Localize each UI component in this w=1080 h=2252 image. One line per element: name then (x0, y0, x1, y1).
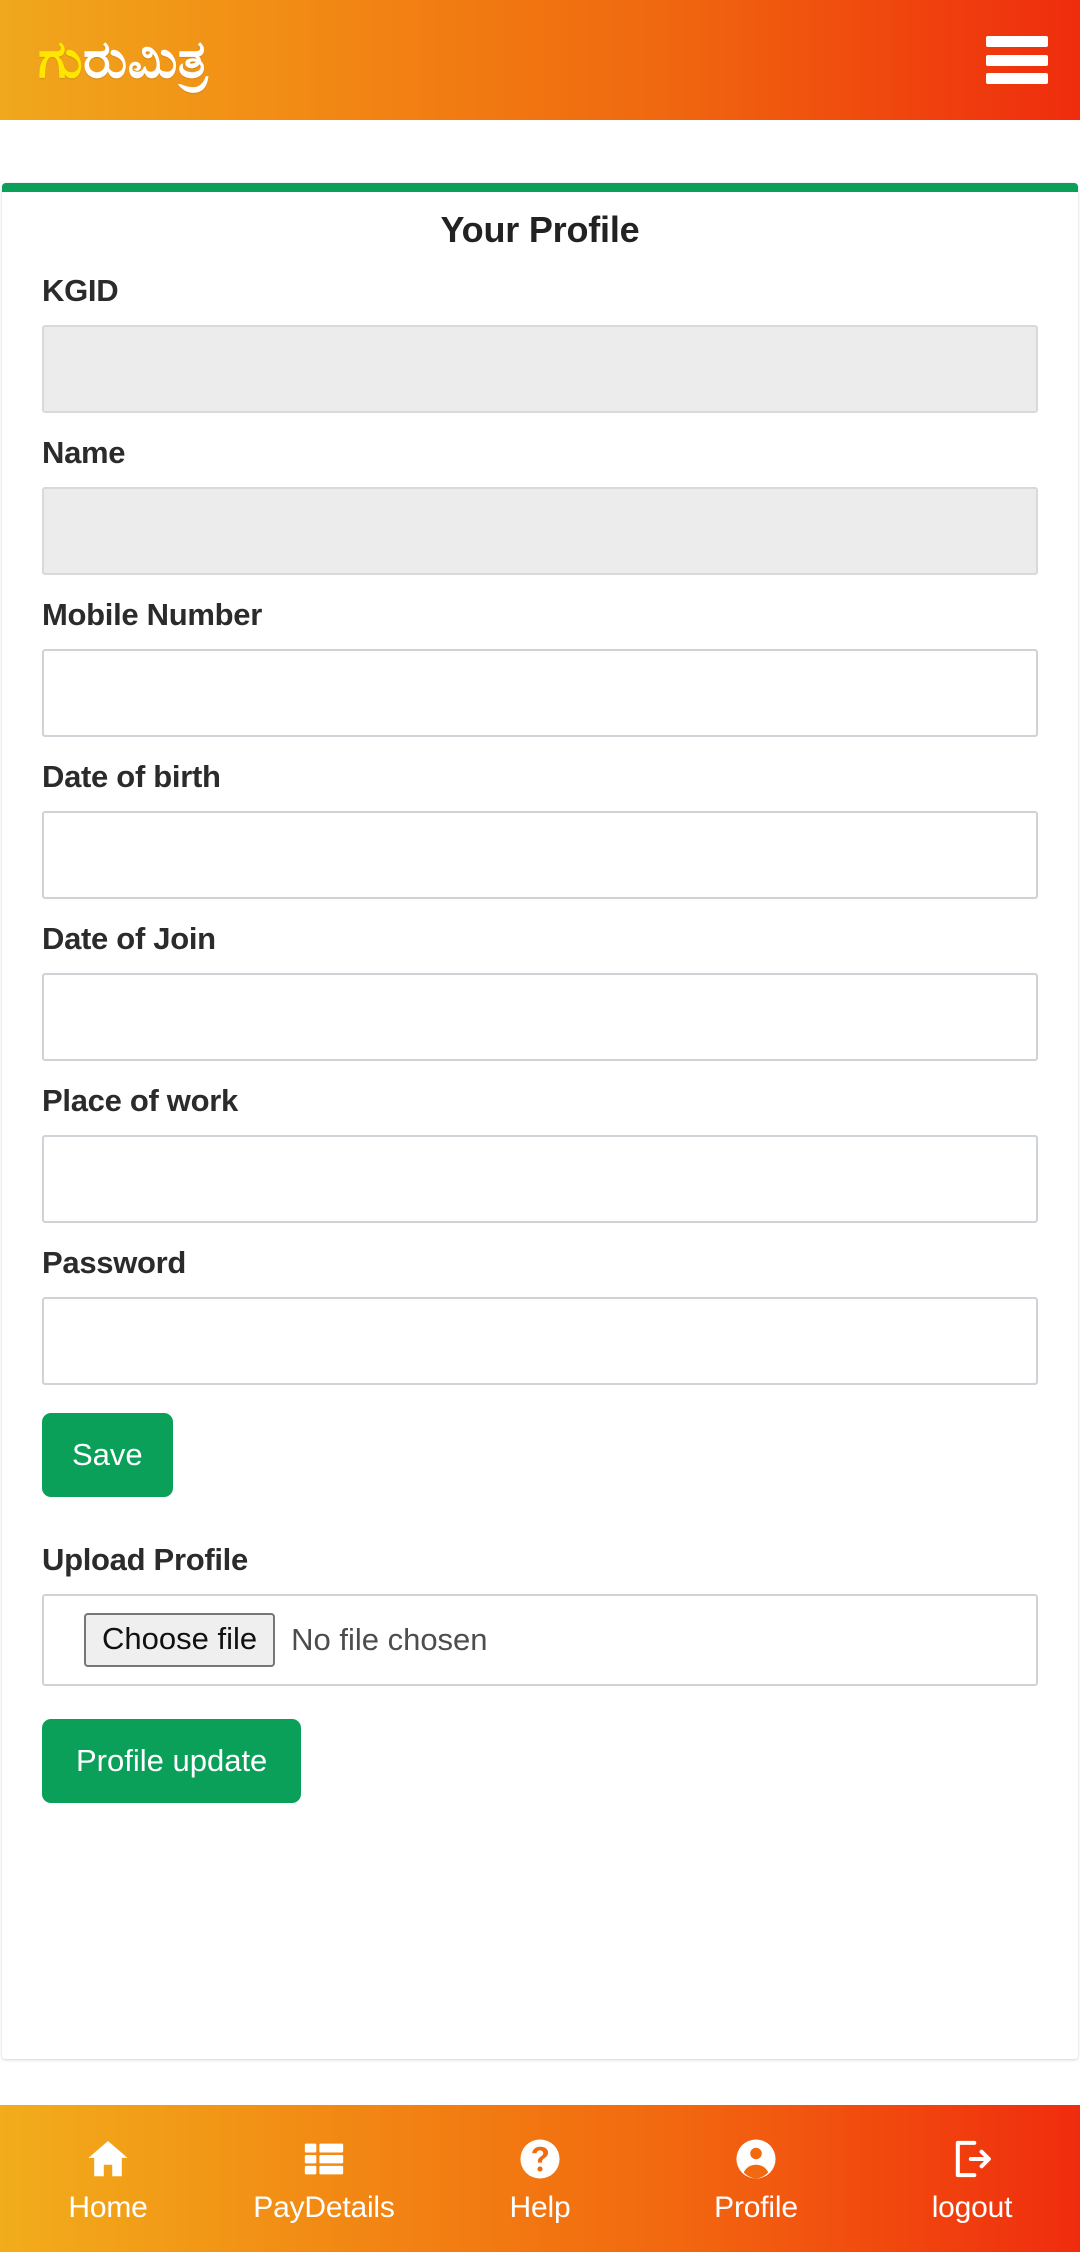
field-place-of-work: Place of work (42, 1083, 1038, 1223)
choose-file-button[interactable]: Choose file (84, 1612, 276, 1668)
tab-logout[interactable]: logout (864, 2135, 1080, 2223)
tab-home[interactable]: Home (0, 2135, 216, 2223)
label-name: Name (42, 435, 126, 470)
list-icon (300, 2135, 348, 2183)
profile-update-button[interactable]: Profile update (42, 1719, 302, 1803)
hamburger-bar-2 (986, 54, 1048, 66)
kgid-input[interactable] (42, 325, 1038, 413)
hamburger-bar-3 (986, 73, 1048, 84)
label-place-of-work: Place of work (42, 1083, 238, 1118)
field-password: Password (42, 1245, 1038, 1385)
label-password: Password (42, 1245, 187, 1280)
place-of-work-input[interactable] (42, 1135, 1038, 1223)
save-button[interactable]: Save (42, 1413, 173, 1497)
tab-profile[interactable]: Profile (648, 2135, 864, 2223)
field-mobile-number: Mobile Number (42, 597, 1038, 737)
file-status-text: No file chosen (291, 1622, 488, 1657)
date-of-join-input[interactable] (42, 973, 1038, 1061)
person-circle-icon (732, 2135, 780, 2183)
app-logo-lead: ಗು (38, 31, 84, 89)
password-input[interactable] (42, 1297, 1038, 1385)
field-kgid: KGID (42, 273, 1038, 413)
date-of-birth-input[interactable] (42, 811, 1038, 899)
app-header: ಗುರುಮಿತ್ರ (0, 0, 1080, 120)
question-circle-icon (516, 2135, 564, 2183)
label-date-of-join: Date of Join (42, 921, 216, 956)
label-upload-profile: Upload Profile (42, 1542, 248, 1577)
profile-card: Your Profile KGID Name Mobile Number Dat… (2, 183, 1078, 2059)
logout-icon (948, 2135, 996, 2183)
hamburger-bar-1 (986, 36, 1048, 47)
hamburger-menu-icon[interactable] (986, 36, 1048, 84)
tab-logout-label: logout (931, 2190, 1013, 2224)
tab-profile-label: Profile (714, 2190, 798, 2224)
label-kgid: KGID (42, 273, 119, 308)
file-input[interactable]: Choose file No file chosen (42, 1594, 1038, 1686)
label-date-of-birth: Date of birth (42, 759, 221, 794)
tab-paydetails[interactable]: PayDetails (216, 2135, 432, 2223)
field-date-of-birth: Date of birth (42, 759, 1038, 899)
home-icon (84, 2135, 132, 2183)
app-screen: ಗುರುಮಿತ್ರ Your Profile KGID Name Mobile … (0, 0, 1080, 2252)
field-name: Name (42, 435, 1038, 575)
mobile-number-input[interactable] (42, 649, 1038, 737)
app-logo[interactable]: ಗುರುಮಿತ್ರ (38, 34, 208, 86)
field-upload-profile: Upload Profile Choose file No file chose… (42, 1542, 1038, 1686)
label-mobile-number: Mobile Number (42, 597, 263, 632)
tab-home-label: Home (68, 2190, 148, 2224)
field-date-of-join: Date of Join (42, 921, 1038, 1061)
page-title: Your Profile (440, 209, 640, 250)
bottom-navigation: Home PayDetails Help Profile logout (0, 2105, 1080, 2252)
content-bottom-gap (0, 2059, 1080, 2105)
tab-help-label: Help (509, 2190, 571, 2224)
app-logo-rest: ರುಮಿತ್ರ (83, 31, 209, 89)
page-content: Your Profile KGID Name Mobile Number Dat… (0, 120, 1080, 2105)
name-input[interactable] (42, 487, 1038, 575)
tab-paydetails-label: PayDetails (253, 2190, 395, 2224)
tab-help[interactable]: Help (432, 2135, 648, 2223)
content-top-gap (0, 120, 1080, 183)
